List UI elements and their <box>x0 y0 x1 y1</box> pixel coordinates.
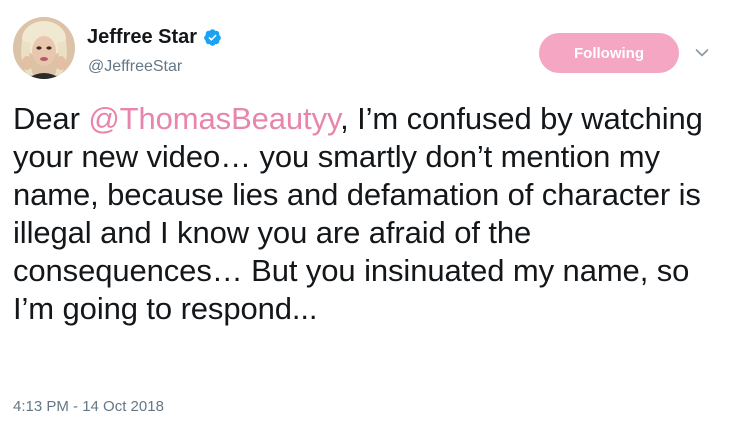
mention-link[interactable]: @ThomasBeautyy <box>88 101 340 136</box>
tweet-timestamp[interactable]: 4:13 PM - 14 Oct 2018 <box>13 398 164 416</box>
verified-badge-icon <box>203 28 222 47</box>
name-row: Jeffree Star <box>87 26 222 48</box>
avatar-image <box>13 17 75 79</box>
user-handle[interactable]: @JeffreeStar <box>88 58 182 76</box>
tweet-text-start: Dear <box>13 101 89 136</box>
display-name[interactable]: Jeffree Star <box>87 26 197 48</box>
tweet-card: Jeffree Star @JeffreeStar Following Dear… <box>0 0 730 428</box>
avatar[interactable] <box>13 17 75 79</box>
chevron-down-icon[interactable] <box>693 44 711 62</box>
tweet-text: Dear @ThomasBeautyy, I’m confused by wat… <box>13 100 713 328</box>
following-button[interactable]: Following <box>539 33 679 73</box>
